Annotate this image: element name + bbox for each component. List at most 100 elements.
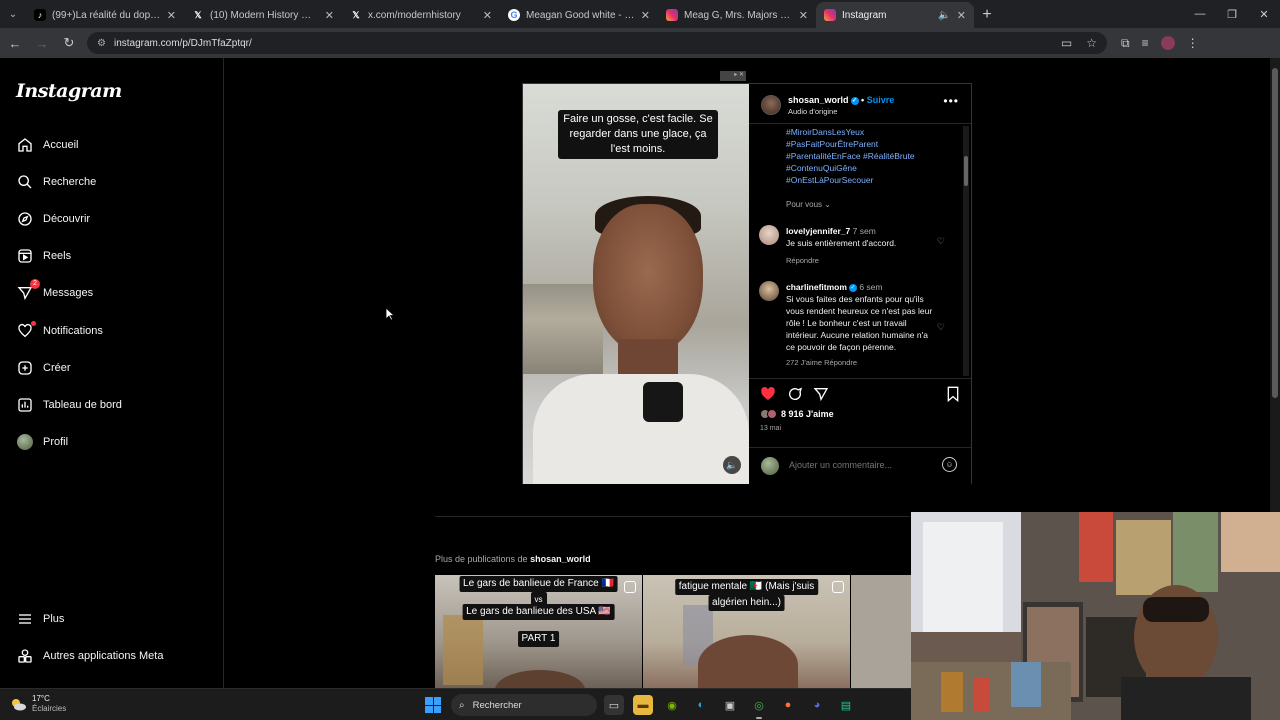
comment-meta[interactable]: 272 J'aime Répondre: [786, 357, 955, 369]
windows-taskbar: 17°C Éclaircies ⌕ Rechercher ▭ ▬ ◉ ◐ ▣ ◎…: [0, 688, 911, 720]
bookmark-icon[interactable]: [946, 386, 960, 405]
tab-5[interactable]: Meag G, Mrs. Majors ~If Ya Na ✕: [658, 2, 816, 28]
site-info-icon[interactable]: ⚙: [97, 38, 106, 49]
page-scrollbar-thumb[interactable]: [1272, 68, 1278, 398]
ad-chip[interactable]: ▸ ✕: [720, 71, 746, 81]
tab-2[interactable]: 𝕏 (10) Modern History 𝕏 sur X : "I ✕: [184, 2, 342, 28]
add-comment-input[interactable]: [789, 460, 919, 470]
more-post-thumb[interactable]: Le gars de banlieue de France 🇫🇷 vs Le g…: [435, 575, 642, 688]
app-icon[interactable]: ▤: [836, 695, 856, 715]
comment-username[interactable]: lovelyjennifer_7: [786, 226, 850, 236]
discord-icon[interactable]: ◕: [807, 695, 827, 715]
likes-count[interactable]: 8 916 J'aime: [760, 409, 834, 419]
close-icon[interactable]: ✕: [957, 9, 966, 22]
plus-square-icon: [16, 359, 34, 377]
close-icon[interactable]: ✕: [799, 9, 808, 22]
back-button[interactable]: ←: [3, 31, 27, 55]
more-posts-title: Plus de publications de shosan_world: [435, 554, 591, 564]
author-username[interactable]: shosan_world: [788, 95, 849, 105]
more-options-icon[interactable]: •••: [943, 94, 959, 108]
sidebar-label: Accueil: [43, 139, 79, 151]
close-icon[interactable]: ✕: [167, 9, 176, 22]
task-view-icon[interactable]: ▭: [604, 695, 624, 715]
sidebar-item-home[interactable]: Accueil: [16, 134, 78, 156]
minimize-button[interactable]: —: [1184, 0, 1216, 28]
more-post-thumb[interactable]: fatigue mentale 🇩🇿 (Mais j'suis algérien…: [643, 575, 850, 688]
hashtag-link[interactable]: #MiroirDansLesYeux: [786, 126, 936, 138]
firefox-icon[interactable]: ●: [778, 695, 798, 715]
video-mic: [643, 382, 683, 422]
more-posts-user[interactable]: shosan_world: [530, 554, 591, 564]
nvidia-icon[interactable]: ◉: [662, 695, 682, 715]
file-explorer-icon[interactable]: ▬: [633, 695, 653, 715]
forward-button[interactable]: →: [30, 31, 54, 55]
sidebar-item-notifications[interactable]: Notifications: [16, 320, 103, 342]
share-icon[interactable]: [813, 386, 829, 405]
edge-icon[interactable]: ◐: [691, 695, 711, 715]
tab-search-button[interactable]: ⌄: [0, 0, 26, 28]
taskbar-search[interactable]: ⌕ Rechercher: [451, 694, 597, 716]
speaker-icon[interactable]: 🔈: [723, 456, 741, 474]
hashtag-link[interactable]: #RéalitéBrute: [863, 151, 915, 161]
sidebar-item-explore[interactable]: Découvrir: [16, 208, 90, 230]
commenter-avatar[interactable]: [759, 281, 779, 301]
close-window-button[interactable]: ✕: [1248, 0, 1280, 28]
close-icon[interactable]: ✕: [325, 9, 334, 22]
taskbar-search-label: Rechercher: [472, 699, 522, 711]
follow-button[interactable]: Suivre: [867, 95, 895, 105]
store-icon[interactable]: ▣: [720, 695, 740, 715]
sidebar-item-meta-apps[interactable]: Autres applications Meta: [16, 645, 163, 667]
maximize-button[interactable]: ❐: [1216, 0, 1248, 28]
for-you-dropdown[interactable]: Pour vous ⌄: [786, 200, 831, 209]
audio-label[interactable]: Audio d'origine: [788, 107, 837, 116]
comment-icon[interactable]: [787, 386, 803, 405]
tab-4[interactable]: G Meagan Good white - Recherche ✕: [500, 2, 658, 28]
sidebar-item-profile[interactable]: Profil: [16, 431, 68, 453]
comment-text: Je suis entièrement d'accord.: [786, 238, 897, 248]
media-controls-icon[interactable]: ≡: [1142, 36, 1149, 50]
windows-start-icon[interactable]: [425, 697, 441, 713]
chrome-icon[interactable]: ◎: [749, 695, 769, 719]
profile-avatar[interactable]: [1160, 36, 1175, 50]
reload-button[interactable]: ↻: [57, 31, 81, 55]
emoji-icon[interactable]: ☺: [942, 457, 957, 472]
mouse-cursor-icon: [385, 307, 395, 321]
comments-scrollbar[interactable]: [963, 126, 969, 376]
instagram-logo[interactable]: Instagram: [16, 80, 122, 102]
hashtag-link[interactable]: #PasFaitPourÊtreParent: [786, 138, 936, 150]
sidebar-item-dashboard[interactable]: Tableau de bord: [16, 394, 122, 416]
tab-1[interactable]: ♪ (99+)La réalité du dopage dans ✕: [26, 2, 184, 28]
author-avatar[interactable]: [761, 95, 781, 115]
sidebar-item-create[interactable]: Créer: [16, 357, 71, 379]
bookmark-star-icon[interactable]: ☆: [1086, 36, 1097, 50]
sidebar-item-more[interactable]: Plus: [16, 608, 64, 630]
hashtag-link[interactable]: #OnEstLàPourSecouer: [786, 174, 936, 186]
url-bar[interactable]: ⚙ instagram.com/p/DJmTfaZptqr/ ▭ ☆: [87, 32, 1107, 54]
webcam-scene: [911, 512, 1280, 720]
close-icon[interactable]: ✕: [641, 9, 650, 22]
cast-icon[interactable]: ▭: [1061, 36, 1072, 50]
heart-icon[interactable]: ♡: [937, 321, 945, 333]
x-icon: 𝕏: [352, 9, 360, 20]
reel-video[interactable]: Faire un gosse, c'est facile. Se regarde…: [523, 84, 749, 484]
like-heart-icon[interactable]: [760, 386, 776, 405]
reply-button[interactable]: Répondre: [786, 255, 955, 267]
more-post-thumb[interactable]: [851, 575, 911, 688]
comment-username[interactable]: charlinefitmom: [786, 282, 847, 292]
heart-icon[interactable]: ♡: [937, 235, 945, 247]
hashtag-link[interactable]: #ContenuQuiGêne: [786, 162, 936, 174]
sidebar-item-reels[interactable]: Reels: [16, 245, 71, 267]
sidebar-item-search[interactable]: Recherche: [16, 171, 96, 193]
close-icon[interactable]: ✕: [483, 9, 492, 22]
commenter-avatar[interactable]: [759, 225, 779, 245]
new-tab-button[interactable]: +: [974, 2, 1000, 28]
tab-3[interactable]: 𝕏 x.com/modernhistory ✕: [342, 2, 500, 28]
extensions-icon[interactable]: ⧉: [1121, 36, 1130, 51]
sidebar-item-messages[interactable]: 2 Messages: [16, 279, 93, 304]
hashtag-link[interactable]: #ParentalitéEnFace: [786, 151, 861, 161]
speaker-icon[interactable]: 🔈: [938, 10, 950, 21]
instagram-sidebar: Instagram Accueil Recherche Découvrir Re…: [0, 58, 224, 688]
tab-6-active[interactable]: Instagram 🔈 ✕: [816, 2, 974, 28]
weather-widget[interactable]: 17°C Éclaircies: [10, 694, 66, 714]
kebab-menu-icon[interactable]: ⋮: [1187, 36, 1199, 50]
